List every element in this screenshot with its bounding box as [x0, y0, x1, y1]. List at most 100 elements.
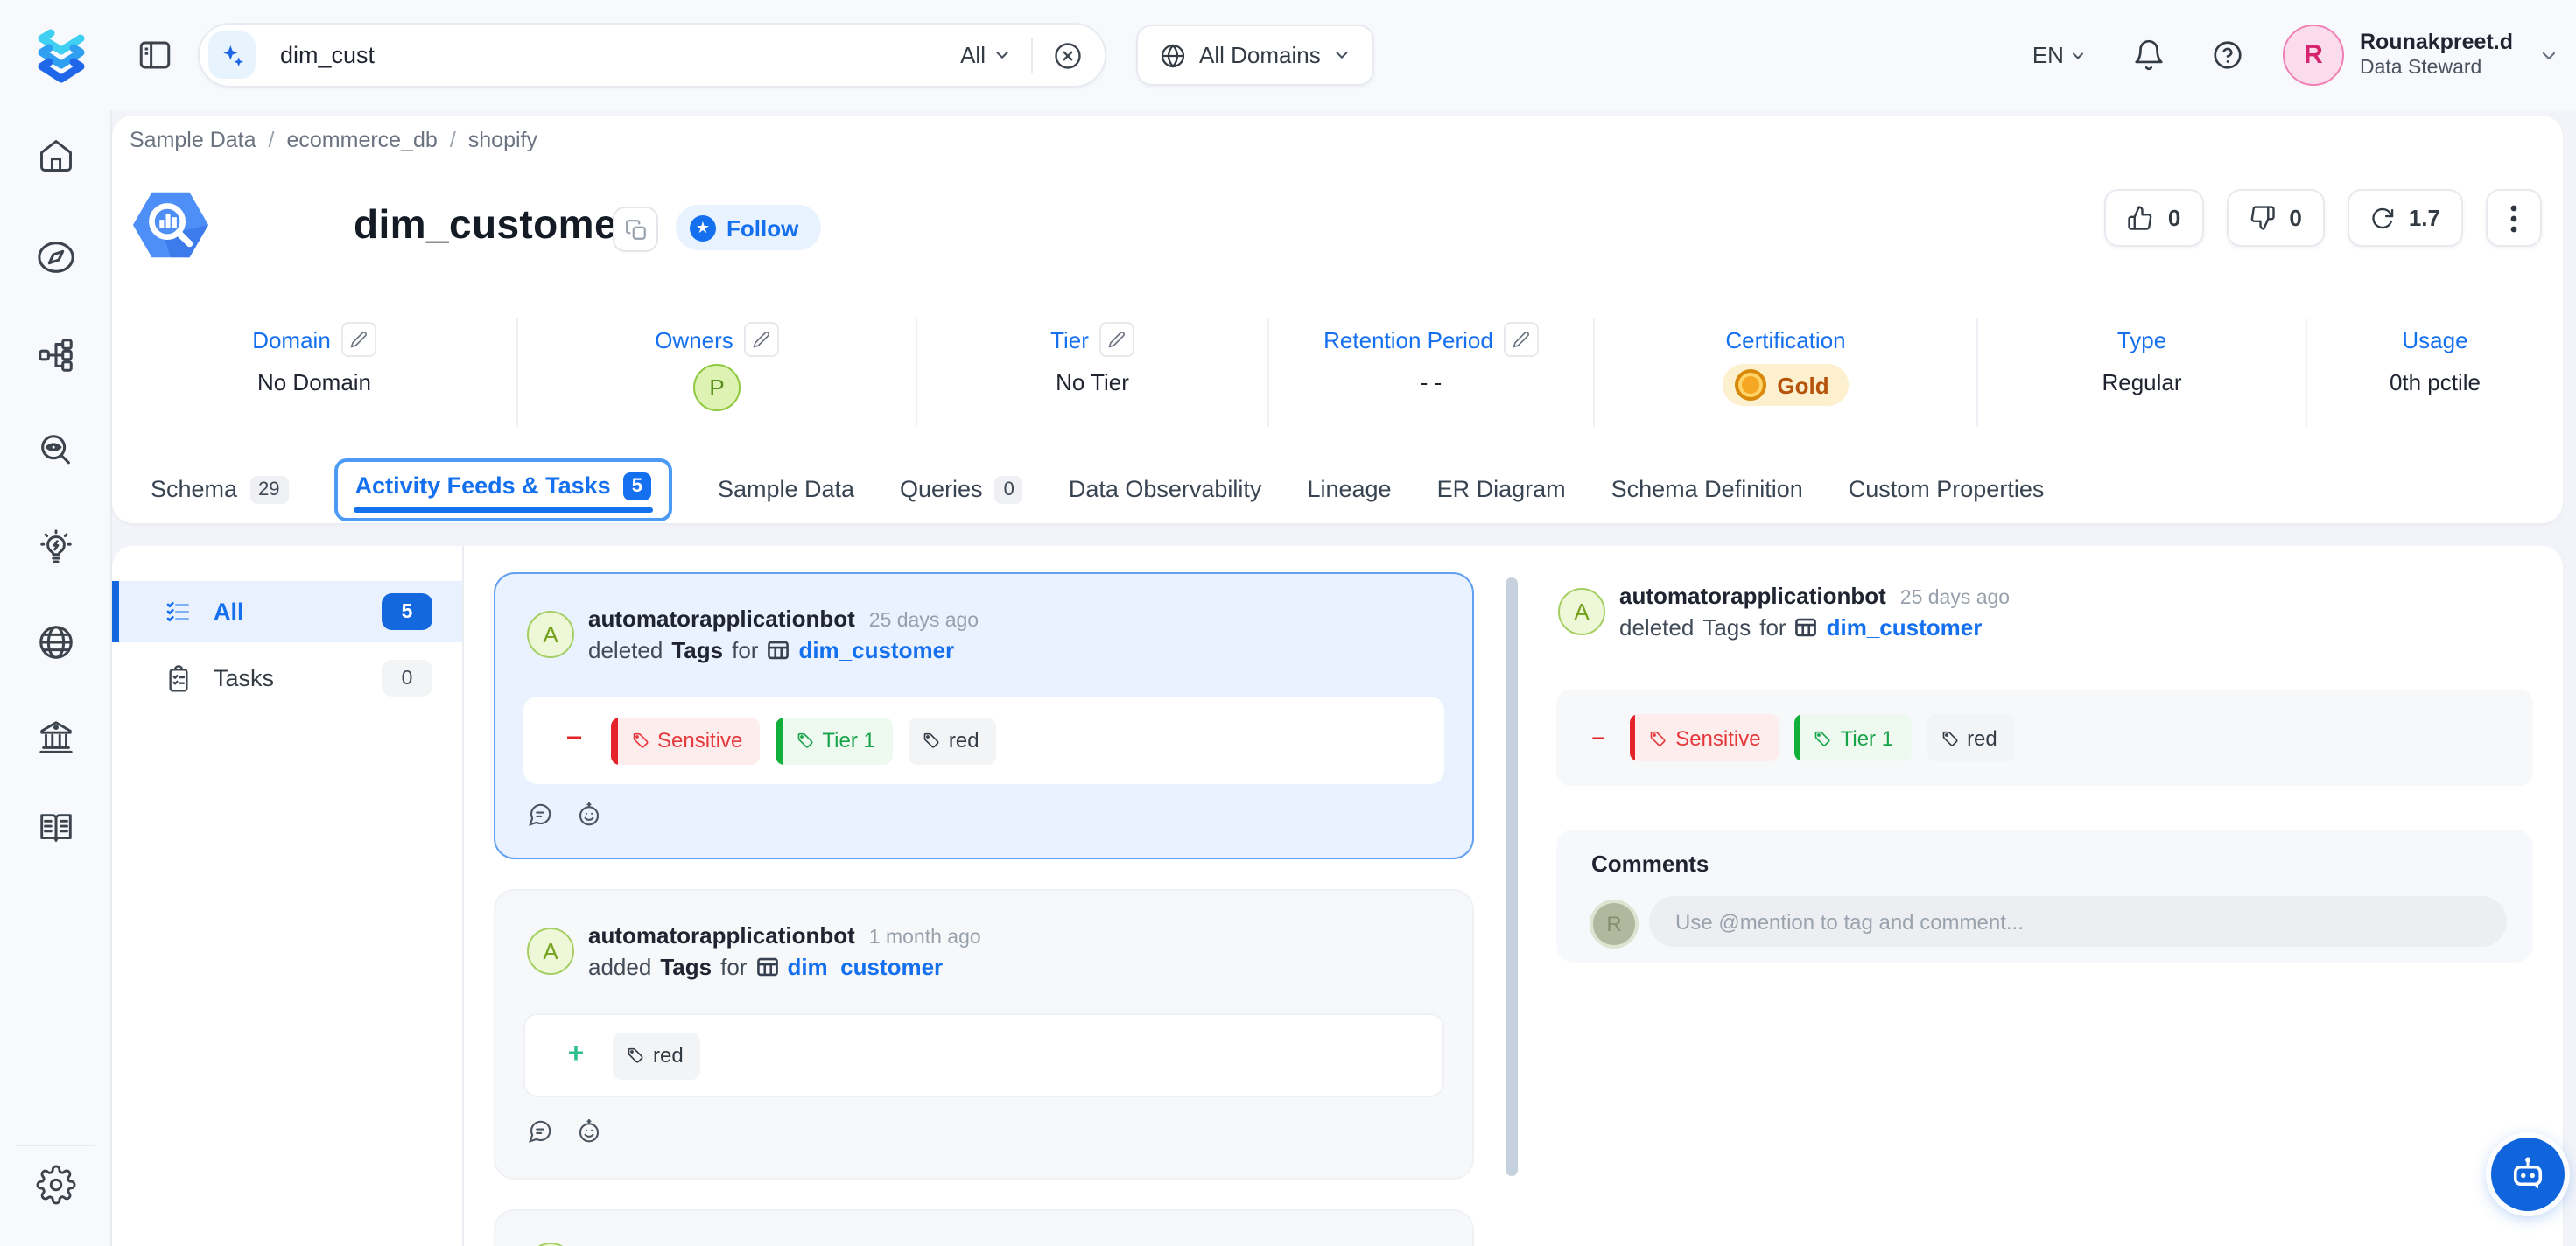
edit-retention-icon[interactable]: [1504, 322, 1539, 357]
more-options-kebab-icon[interactable]: [2486, 189, 2542, 247]
feed-card-deleted-tags[interactable]: A automatorapplicationbot 25 days ago de…: [494, 572, 1474, 859]
edit-owners-icon[interactable]: [744, 322, 779, 357]
removed-indicator: −: [562, 724, 586, 756]
domain-value: No Domain: [257, 369, 371, 396]
tab-activity-count: 5: [623, 472, 651, 500]
home-icon[interactable]: [36, 136, 74, 175]
insights-bulb-icon[interactable]: [35, 528, 75, 568]
tab-schema-count: 29: [249, 475, 289, 503]
govern-bank-icon[interactable]: [35, 717, 75, 757]
tag-icon: [923, 732, 940, 749]
bigquery-service-icon: [130, 184, 212, 266]
search-scope-dropdown[interactable]: All: [960, 42, 1012, 68]
explore-compass-icon[interactable]: [35, 237, 75, 277]
comments-section: Comments R: [1556, 830, 2533, 962]
downvote-count: 0: [2289, 205, 2301, 231]
search-clear-icon[interactable]: [1052, 39, 1084, 71]
language-selector[interactable]: EN: [2032, 42, 2087, 68]
filter-tasks-label: Tasks: [214, 665, 274, 691]
filter-all-count: 5: [382, 593, 432, 630]
tab-schema-definition[interactable]: Schema Definition: [1611, 476, 1803, 502]
star-icon: ★: [690, 214, 716, 241]
feed-scrollbar[interactable]: [1506, 578, 1518, 1176]
tag-chips: red: [613, 1032, 701, 1079]
add-reaction-icon[interactable]: [576, 1118, 602, 1144]
user-profile-menu[interactable]: R Rounakpreet.d Data Steward: [2283, 24, 2558, 86]
upvote-button[interactable]: 0: [2105, 189, 2203, 247]
tag-icon: [796, 732, 813, 749]
tab-queries-count: 0: [995, 475, 1023, 503]
feed-card-added-tags[interactable]: A automatorapplicationbot 1 month ago ad…: [494, 889, 1474, 1180]
table-icon: [1795, 616, 1818, 639]
global-search-bar[interactable]: All: [198, 23, 1106, 88]
rail-divider: [16, 1144, 95, 1146]
breadcrumb-schema[interactable]: shopify: [468, 128, 537, 152]
version-button[interactable]: 1.7: [2348, 189, 2463, 247]
meta-domain: Domain No Domain: [112, 318, 516, 427]
domains-globe-icon[interactable]: [35, 622, 75, 662]
activity-feed-panel: All 5 Tasks 0 A automatorapplicationbot …: [112, 546, 2563, 1246]
chevron-down-icon: [1333, 46, 1352, 65]
table-icon: [767, 639, 790, 662]
search-input[interactable]: [277, 40, 960, 70]
reply-comment-icon[interactable]: [527, 802, 553, 828]
tab-er-diagram[interactable]: ER Diagram: [1437, 476, 1566, 502]
breadcrumb: Sample Data / ecommerce_db / shopify: [130, 128, 537, 152]
entity-meta-row: Domain No Domain Owners P Tier No Tier: [112, 318, 2563, 427]
filter-all[interactable]: All 5: [112, 581, 462, 642]
downvote-button[interactable]: 0: [2226, 189, 2324, 247]
tab-custom-properties[interactable]: Custom Properties: [1849, 476, 2045, 502]
tag-icon: [1814, 729, 1832, 746]
help-icon[interactable]: [2211, 38, 2244, 72]
tab-activity-feeds[interactable]: Activity Feeds & Tasks 5: [334, 458, 672, 521]
notifications-bell-icon[interactable]: [2132, 38, 2165, 72]
meta-owners: Owners P: [516, 318, 916, 427]
copy-link-icon[interactable]: [613, 206, 658, 252]
tab-queries[interactable]: Queries 0: [900, 475, 1023, 503]
breadcrumb-service[interactable]: Sample Data: [130, 128, 256, 152]
tab-data-observability[interactable]: Data Observability: [1069, 476, 1262, 502]
observability-icon[interactable]: [35, 431, 75, 472]
entity-link[interactable]: dim_customer: [787, 954, 943, 980]
gold-medal-icon: [1735, 369, 1766, 401]
openmetadata-logo-icon[interactable]: [32, 25, 91, 85]
feed-card-partial[interactable]: [494, 1209, 1474, 1246]
feed-timestamp: 1 month ago: [869, 928, 981, 948]
domain-label: Domain: [252, 326, 331, 353]
breadcrumb-database[interactable]: ecommerce_db: [287, 128, 438, 152]
all-domains-dropdown[interactable]: All Domains: [1136, 24, 1375, 86]
tag-chip-red: red: [909, 717, 997, 764]
sidebar-toggle-icon[interactable]: [137, 37, 173, 74]
entity-tabs: Schema 29 Activity Feeds & Tasks 5 Sampl…: [151, 455, 2044, 523]
user-avatar: R: [2283, 24, 2344, 86]
filter-tasks[interactable]: Tasks 0: [112, 648, 462, 709]
detail-tag-change-box: − Sensitive Tier 1 red: [1556, 690, 2533, 786]
tab-lineage[interactable]: Lineage: [1307, 476, 1391, 502]
all-domains-label: All Domains: [1199, 42, 1321, 68]
follow-button[interactable]: ★ Follow: [676, 205, 821, 250]
tab-schema[interactable]: Schema 29: [151, 475, 289, 503]
tab-sample-data[interactable]: Sample Data: [718, 476, 854, 502]
thumbs-down-icon: [2249, 205, 2275, 231]
tier-label: Tier: [1050, 326, 1089, 353]
owner-avatar[interactable]: P: [693, 364, 741, 411]
reply-comment-icon[interactable]: [527, 1118, 553, 1144]
left-nav-rail: [0, 110, 112, 1246]
settings-gear-icon[interactable]: [35, 1165, 75, 1205]
add-reaction-icon[interactable]: [576, 802, 602, 828]
language-label: EN: [2032, 42, 2064, 68]
edit-tier-icon[interactable]: [1099, 322, 1134, 357]
tag-chip-red: red: [1927, 714, 2015, 761]
meta-tier: Tier No Tier: [916, 318, 1267, 427]
glossary-book-icon[interactable]: [35, 808, 75, 848]
entity-link[interactable]: dim_customer: [1827, 614, 1983, 640]
tag-chip-tier1: Tier 1: [1794, 714, 1911, 761]
tag-chips: Sensitive Tier 1 red: [611, 717, 997, 764]
comment-input[interactable]: [1649, 896, 2507, 947]
chevron-down-icon: [2069, 46, 2087, 64]
data-assets-hierarchy-icon[interactable]: [35, 335, 75, 375]
feed-card-header: automatorapplicationbot 1 month ago: [588, 922, 981, 948]
chat-assistant-robot-icon[interactable]: [2491, 1138, 2565, 1211]
entity-link[interactable]: dim_customer: [798, 637, 954, 663]
edit-domain-icon[interactable]: [341, 322, 376, 357]
